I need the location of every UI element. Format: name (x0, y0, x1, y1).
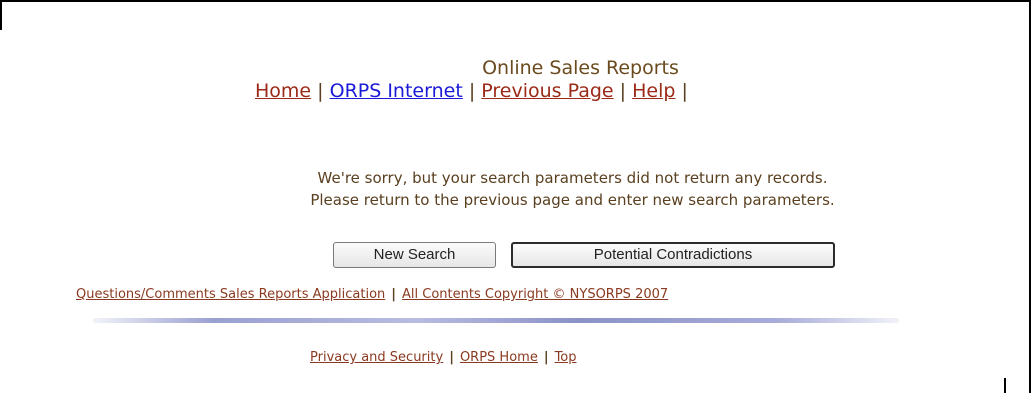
nav-home-link[interactable]: Home (255, 80, 311, 102)
footer-separator: | (543, 350, 549, 365)
message-line-1: We're sorry, but your search parameters … (317, 169, 828, 187)
nav-separator: | (468, 80, 476, 102)
potential-contradictions-button[interactable]: Potential Contradictions (511, 242, 835, 268)
page-title: Online Sales Reports (482, 57, 679, 79)
footer-separator: | (391, 287, 397, 302)
footer-links-bottom: Privacy and Security | ORPS Home | Top (310, 350, 577, 365)
frame-edge (0, 0, 2, 30)
footer-separator: | (449, 350, 454, 365)
orps-home-link[interactable]: ORPS Home (460, 350, 538, 365)
footer-links-top: Questions/Comments Sales Reports Applica… (76, 287, 668, 302)
frame-tick (1004, 378, 1006, 393)
nav-separator: | (619, 80, 627, 102)
new-search-button[interactable]: New Search (333, 242, 496, 268)
nav-help-link[interactable]: Help (632, 80, 675, 102)
nav-separator: | (317, 80, 324, 102)
nav-orps-internet-link[interactable]: ORPS Internet (330, 80, 463, 102)
privacy-security-link[interactable]: Privacy and Security (310, 350, 443, 365)
no-records-message: We're sorry, but your search parameters … (190, 167, 955, 211)
copyright-link[interactable]: All Contents Copyright © NYSORPS 2007 (402, 287, 668, 302)
message-line-2: Please return to the previous page and e… (310, 191, 835, 209)
nav-separator: | (681, 80, 688, 102)
questions-comments-link[interactable]: Questions/Comments Sales Reports Applica… (76, 287, 385, 302)
nav-previous-page-link[interactable]: Previous Page (481, 80, 613, 102)
decorative-divider (93, 318, 899, 323)
top-nav: Home | ORPS Internet | Previous Page | H… (255, 80, 688, 102)
top-link[interactable]: Top (555, 350, 577, 365)
